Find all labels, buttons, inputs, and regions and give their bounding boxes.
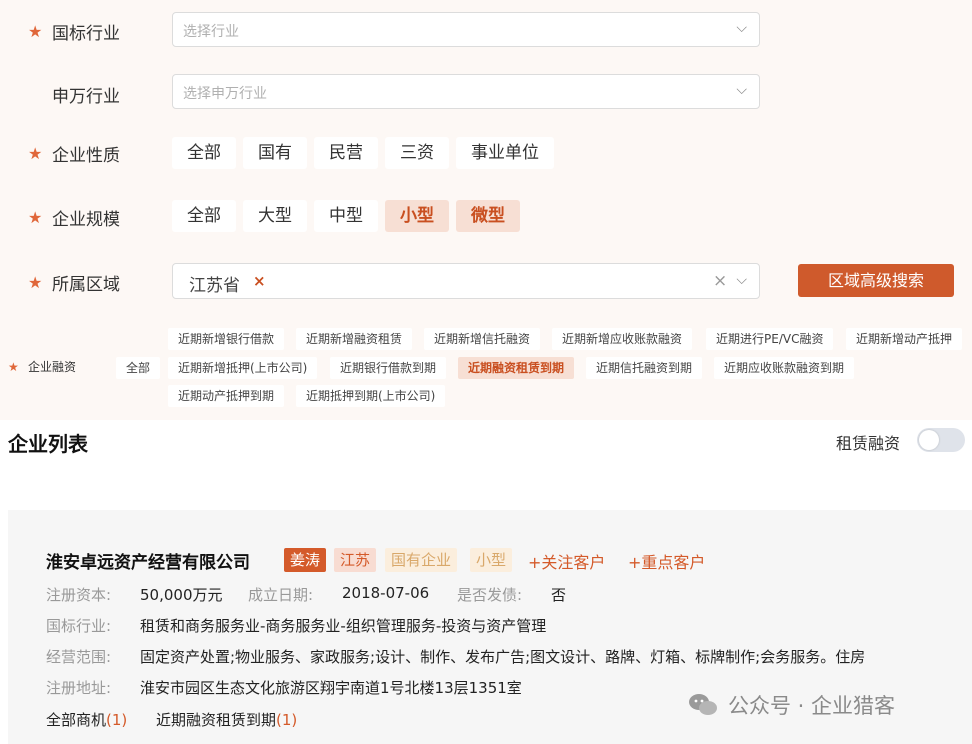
finance-tag[interactable]: 近期银行借款到期	[330, 357, 447, 379]
finance-tag[interactable]: 近期应收账款融资到期	[714, 357, 855, 379]
opportunity-lease-count: (1)	[276, 711, 298, 729]
scale-option-micro[interactable]: 微型	[456, 200, 520, 232]
industry-placeholder: 选择行业	[183, 24, 239, 40]
scale-label-row: ★ 企业规模	[28, 205, 120, 230]
industry-label: 国标行业:	[46, 617, 112, 635]
chevron-down-icon: ⌵	[736, 20, 747, 36]
region-label-row: ★ 所属区域	[28, 270, 120, 295]
finance-label-row: ★ 企业融资	[8, 358, 76, 375]
scale-label: 企业规模	[52, 210, 120, 230]
scope-label: 经营范围:	[46, 648, 112, 666]
finance-tag[interactable]: 近期抵押到期(上市公司)	[296, 385, 446, 407]
bond-label: 是否发债:	[457, 586, 523, 604]
scope-value: 固定资产处置;物业服务、家政服务;设计、制作、发布广告;图文设计、路牌、灯箱、标…	[140, 648, 866, 666]
finance-option-all[interactable]: 全部	[116, 357, 161, 379]
size-badge: 小型	[470, 548, 513, 572]
finance-tag[interactable]: 近期进行PE/VC融资	[706, 328, 834, 350]
nature-option-state[interactable]: 国有	[243, 137, 307, 169]
opportunity-all-count: (1)	[106, 711, 128, 729]
opportunity-all-label: 全部商机	[46, 711, 107, 729]
opportunity-lease-label: 近期融资租赁到期	[156, 711, 277, 729]
required-star-icon: ★	[28, 273, 43, 292]
follow-button[interactable]: +关注客户	[528, 549, 605, 573]
nature-option-all[interactable]: 全部	[172, 137, 236, 169]
remove-region-icon[interactable]: ×	[253, 272, 266, 290]
sw-industry-label: 申万行业	[52, 87, 120, 107]
scale-option-medium[interactable]: 中型	[314, 200, 378, 232]
finance-tag[interactable]: 近期信托融资到期	[586, 357, 703, 379]
region-advanced-search-button[interactable]: 区域高级搜索	[798, 264, 954, 297]
required-star-icon: ★	[28, 22, 43, 41]
type-badge: 国有企业	[385, 548, 458, 572]
industry-label-row: ★ 国标行业	[28, 19, 120, 44]
finance-tag-selected[interactable]: 近期融资租赁到期	[458, 357, 575, 379]
scale-option-all[interactable]: 全部	[172, 200, 236, 232]
sw-industry-select[interactable]: 选择申万行业 ⌵	[172, 74, 760, 109]
address-label: 注册地址:	[46, 679, 112, 697]
scale-option-large[interactable]: 大型	[243, 200, 307, 232]
required-star-icon: ★	[28, 144, 43, 163]
chevron-down-icon: ⌵	[736, 272, 747, 288]
finance-tag[interactable]: 近期新增动产抵押	[846, 328, 963, 350]
sw-industry-label-row: 申万行业	[28, 82, 120, 107]
lease-finance-toggle[interactable]	[917, 428, 965, 452]
watermark: 公众号 · 企业猎客	[688, 690, 895, 720]
region-select[interactable]: 江苏省 × × ⌵	[172, 263, 760, 299]
toggle-knob	[919, 430, 939, 450]
nature-option-private[interactable]: 民营	[314, 137, 378, 169]
sw-industry-placeholder: 选择申万行业	[183, 86, 267, 102]
region-label: 所属区域	[52, 275, 120, 295]
province-badge: 江苏	[334, 548, 377, 572]
scale-option-small[interactable]: 小型	[385, 200, 449, 232]
finance-tag[interactable]: 近期新增融资租赁	[296, 328, 413, 350]
watermark-text: 公众号 · 企业猎客	[728, 694, 896, 718]
industry-label: 国标行业	[52, 24, 120, 44]
industry-value: 租赁和商务服务业-商务服务业-组织管理服务-投资与资产管理	[140, 617, 547, 635]
date-value: 2018-07-06	[342, 584, 430, 602]
finance-tag[interactable]: 近期新增信托融资	[424, 328, 541, 350]
industry-select[interactable]: 选择行业 ⌵	[172, 12, 760, 47]
finance-tag[interactable]: 近期新增银行借款	[168, 328, 285, 350]
nature-option-foreign[interactable]: 三资	[385, 137, 449, 169]
key-customer-button[interactable]: +重点客户	[628, 549, 705, 573]
capital-label: 注册资本:	[46, 586, 112, 604]
address-value: 淮安市园区生态文化旅游区翔宇南道1号北楼13层1351室	[140, 679, 522, 697]
chevron-down-icon: ⌵	[736, 82, 747, 98]
nature-label: 企业性质	[52, 146, 120, 166]
date-label: 成立日期:	[248, 586, 314, 604]
finance-tag[interactable]: 近期动产抵押到期	[168, 385, 285, 407]
required-star-icon: ★	[28, 208, 43, 227]
finance-tag[interactable]: 近期新增抵押(上市公司)	[168, 357, 318, 379]
opportunity-all[interactable]: 全部商机(1)	[46, 709, 127, 730]
finance-tag[interactable]: 近期新增应收账款融资	[552, 328, 693, 350]
person-badge[interactable]: 姜涛	[284, 548, 327, 572]
nature-option-institution[interactable]: 事业单位	[456, 137, 554, 169]
bond-value: 否	[551, 586, 567, 604]
capital-value: 50,000万元	[140, 586, 223, 604]
required-star-icon: ★	[8, 359, 19, 374]
toggle-label: 租赁融资	[836, 434, 901, 453]
nature-label-row: ★ 企业性质	[28, 141, 120, 166]
region-value: 江苏省	[189, 276, 240, 296]
clear-icon[interactable]: ×	[713, 271, 727, 291]
section-title: 企业列表	[8, 432, 88, 456]
opportunity-lease[interactable]: 近期融资租赁到期(1)	[156, 709, 297, 730]
wechat-icon	[689, 694, 717, 715]
company-name[interactable]: 淮安卓远资产经营有限公司	[46, 548, 250, 573]
finance-label: 企业融资	[28, 360, 77, 374]
